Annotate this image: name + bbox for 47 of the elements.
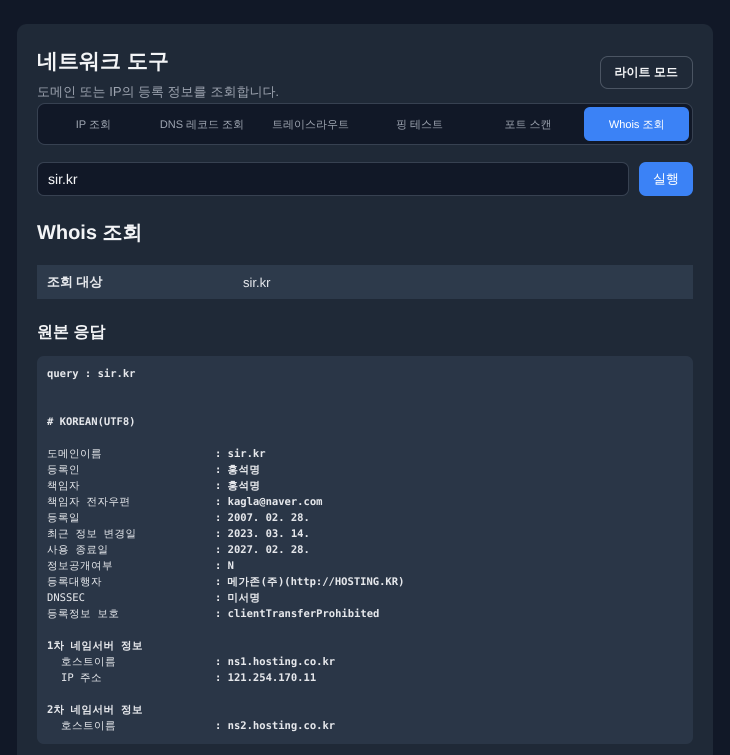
tab[interactable]: Whois 조회 [584,107,690,141]
section-title: Whois 조회 [37,221,144,246]
response-value: : 홍석명 [215,479,261,494]
response-value: : sir.kr [215,447,266,462]
response-value: : 121.254.170.11 [215,671,316,686]
response-label: 등록대행자 [47,575,103,590]
response-value: : clientTransferProhibited [215,607,380,622]
response-label: 책임자 [47,479,81,494]
summary-label: 조회 대상 [47,273,104,291]
response-value: : kagla@naver.com [215,495,322,510]
response-label: IP 주소 [60,671,103,686]
response-label: 도메인이름 [47,447,103,462]
response-label: 등록일 [47,511,81,526]
run-button[interactable]: 실행 [639,162,693,196]
page-title: 네트워크 도구 [37,49,170,75]
response-label: DNSSEC [47,591,86,606]
response-label: 등록인 [47,463,81,478]
response-value: : 2023. 03. 14. [215,527,310,542]
response-label: 등록정보 보호 [47,607,120,622]
response-value: : 홍석명 [215,463,261,478]
tab[interactable]: 포트 스캔 [476,107,580,141]
response-line: # KOREAN(UTF8) [47,415,136,430]
domain-input-field[interactable]: sir.kr [37,162,629,196]
theme-toggle-button[interactable]: 라이트 모드 [600,56,693,89]
response-value: : 2027. 02. 28. [215,543,310,558]
response-line: 2차 네임서버 정보 [47,703,143,718]
tab[interactable]: 핑 테스트 [367,107,472,141]
response-label: 책임자 전자우편 [47,495,132,510]
response-value: : N [215,559,234,574]
response-line: 1차 네임서버 정보 [47,639,143,654]
response-label: 호스트이름 [60,719,117,734]
response-value: : ns2.hosting.co.kr [215,719,336,734]
response-value: : ns1.hosting.co.kr [215,655,336,670]
response-value: : 메가존(주)(http://HOSTING.KR) [215,575,404,590]
subsection-title: 원본 응답 [37,323,106,343]
summary-value: sir.kr [243,274,270,290]
response-label: 호스트이름 [60,655,117,670]
response-label: 최근 정보 변경일 [47,527,138,542]
response-value: : 2007. 02. 28. [215,511,310,526]
response-line: query : sir.kr [47,367,136,382]
page-subtitle: 도메인 또는 IP의 등록 정보를 조회합니다. [37,83,279,101]
tab[interactable]: 트레이스라우트 [258,107,364,141]
response-label: 정보공개여부 [47,559,114,574]
response-label: 사용 종료일 [47,543,110,558]
tab[interactable]: IP 조회 [41,107,146,141]
tab[interactable]: DNS 레코드 조회 [150,107,254,141]
response-value: : 미서명 [215,591,261,606]
